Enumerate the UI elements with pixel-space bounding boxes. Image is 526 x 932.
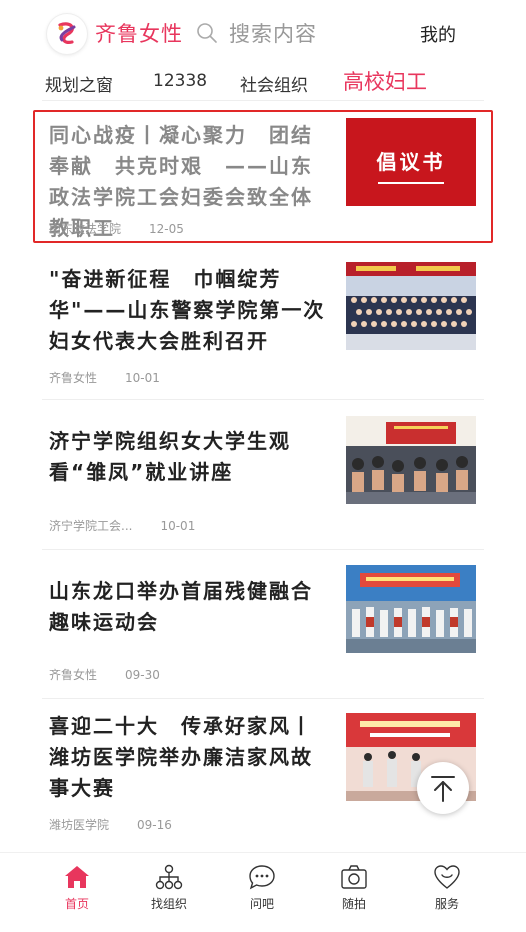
article-title: 喜迎二十大 传承好家风丨潍坊医学院举办廉洁家风故事大赛 [49, 714, 313, 800]
thumbnail-underline [378, 182, 444, 184]
nav-home[interactable]: 首页 [47, 863, 107, 923]
article-meta: 齐鲁女性 09-30 [49, 666, 160, 683]
group-photo-image [346, 262, 476, 350]
heart-service-icon [434, 865, 460, 889]
bottom-nav: 首页 找组织 问吧 随拍 服务 [0, 852, 526, 932]
article-meta: 齐鲁女性 10-01 [49, 369, 160, 386]
nav-label: 找组织 [150, 897, 187, 911]
nav-snapshot[interactable]: 随拍 [324, 863, 384, 923]
article-title: 山东龙口举办首届残健融合趣味运动会 [49, 579, 313, 634]
article-thumbnail [346, 416, 476, 504]
nav-label: 首页 [64, 897, 89, 911]
article-source: 齐鲁女性 [49, 668, 98, 682]
nav-find-org[interactable]: 找组织 [139, 863, 199, 923]
article-card[interactable]: 同心战疫丨凝心聚力 团结奉献 共克时艰 ——山东政法学院工会妇委会致全体教职工 … [33, 110, 493, 243]
app-logo[interactable] [47, 14, 87, 54]
article-thumbnail [346, 262, 476, 350]
article-meta: 潍坊医学院 09-16 [49, 816, 172, 833]
mine-button[interactable]: 我的 [420, 21, 456, 47]
article-date: 12-05 [149, 222, 184, 236]
lecture-room-image [346, 416, 476, 504]
logo-icon [58, 22, 76, 44]
back-to-top-button[interactable] [417, 762, 469, 814]
tab-university-women[interactable]: 高校妇工 [343, 66, 427, 96]
article-source: 济宁学院工会... [49, 519, 133, 533]
nav-ask[interactable]: 问吧 [232, 863, 292, 923]
nav-label: 服务 [434, 897, 459, 911]
home-icon [65, 866, 89, 888]
brand-title: 齐鲁女性 [95, 22, 183, 46]
thumbnail-text: 倡议书 [376, 150, 446, 174]
chat-icon [249, 865, 275, 890]
camera-icon [341, 865, 367, 889]
article-date: 09-16 [137, 818, 172, 832]
article-meta: 山东政法学院 12-05 [49, 220, 184, 237]
arrow-up-icon [431, 776, 455, 802]
sports-meeting-image [346, 565, 476, 653]
search-icon[interactable] [196, 22, 218, 44]
article-title: "奋进新征程 巾帼绽芳华"——山东警察学院第一次妇女代表大会胜利召开 [49, 267, 326, 353]
article-card[interactable]: 山东龙口举办首届残健融合趣味运动会 齐鲁女性 09-30 [33, 550, 493, 699]
article-title: 济宁学院组织女大学生观看“雏凤”就业讲座 [49, 429, 291, 484]
nav-service[interactable]: 服务 [417, 863, 477, 923]
category-tabs: 规划之窗 12338 社会组织 高校妇工 [0, 64, 526, 100]
tab-planning[interactable]: 规划之窗 [45, 71, 113, 96]
article-date: 10-01 [125, 371, 160, 385]
article-card[interactable]: "奋进新征程 巾帼绽芳华"——山东警察学院第一次妇女代表大会胜利召开 齐鲁女性 1… [33, 252, 493, 400]
article-source: 齐鲁女性 [49, 371, 98, 385]
nav-label: 问吧 [249, 897, 274, 911]
nav-label: 随拍 [341, 897, 366, 911]
article-source: 山东政法学院 [49, 222, 122, 236]
article-date: 10-01 [160, 519, 196, 533]
search-input[interactable]: 搜索内容 [229, 18, 317, 48]
tab-12338[interactable]: 12338 [153, 71, 207, 91]
app-header: 齐鲁女性 搜索内容 我的 [0, 0, 526, 64]
article-source: 潍坊医学院 [49, 818, 110, 832]
tabs-divider [42, 100, 484, 101]
article-thumbnail [346, 565, 476, 653]
article-date: 09-30 [125, 668, 160, 682]
article-card[interactable]: 济宁学院组织女大学生观看“雏凤”就业讲座 济宁学院工会... 10-01 [33, 400, 493, 550]
org-icon [155, 864, 183, 890]
tab-social-org[interactable]: 社会组织 [240, 71, 308, 96]
article-meta: 济宁学院工会... 10-01 [49, 517, 195, 534]
article-thumbnail: 倡议书 [346, 118, 476, 206]
